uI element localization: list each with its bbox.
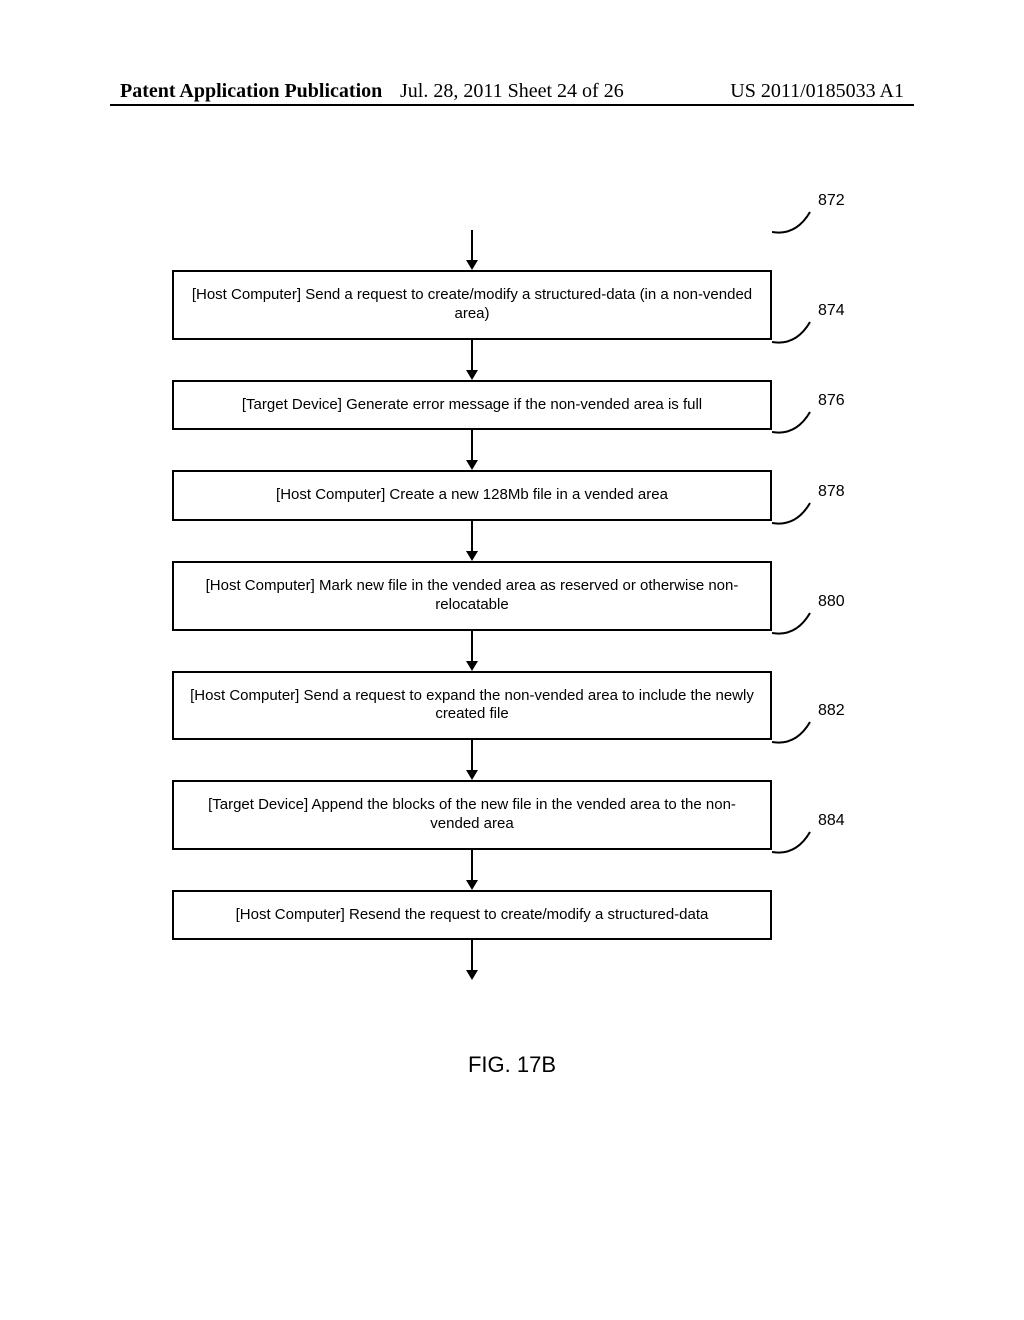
ref-leader-icon	[772, 499, 816, 529]
ref-number: 878	[818, 483, 845, 501]
ref-leader-icon	[772, 318, 816, 348]
flow-box: [Host Computer] Mark new file in the ven…	[172, 561, 772, 631]
flow-step-882: 882 [Target Device] Append the blocks of…	[172, 740, 772, 850]
header-center-text: Jul. 28, 2011 Sheet 24 of 26	[400, 80, 624, 103]
flow-step-872: 872 [Host Computer] Send a request to cr…	[172, 230, 772, 340]
ref-leader-icon	[772, 718, 816, 748]
flow-box: [Host Computer] Send a request to expand…	[172, 671, 772, 741]
ref-leader-icon	[772, 828, 816, 858]
flow-step-884: 884 [Host Computer] Resend the request t…	[172, 850, 772, 941]
ref-leader-icon	[772, 208, 816, 238]
ref-number: 874	[818, 302, 845, 320]
arrow-into-874	[172, 340, 772, 380]
flow-box: [Target Device] Append the blocks of the…	[172, 780, 772, 850]
flow-step-878: 878 [Host Computer] Mark new file in the…	[172, 521, 772, 631]
arrow-into-880	[172, 631, 772, 671]
ref-number: 880	[818, 593, 845, 611]
ref-number: 872	[818, 192, 845, 210]
arrow-into-884	[172, 850, 772, 890]
flow-box: [Host Computer] Send a request to create…	[172, 270, 772, 340]
ref-number: 876	[818, 392, 845, 410]
figure-caption: FIG. 17B	[0, 1052, 1024, 1078]
flow-step-876: 876 [Host Computer] Create a new 128Mb f…	[172, 430, 772, 521]
flow-box: [Host Computer] Resend the request to cr…	[172, 890, 772, 941]
flow-step-874: 874 [Target Device] Generate error messa…	[172, 340, 772, 431]
flow-box: [Host Computer] Create a new 128Mb file …	[172, 470, 772, 521]
arrow-into-872	[172, 230, 772, 270]
ref-number: 882	[818, 702, 845, 720]
flow-box: [Target Device] Generate error message i…	[172, 380, 772, 431]
header-rule	[110, 104, 914, 106]
arrow-into-876	[172, 430, 772, 470]
arrow-into-878	[172, 521, 772, 561]
ref-leader-icon	[772, 609, 816, 639]
ref-leader-icon	[772, 408, 816, 438]
flow-step-880: 880 [Host Computer] Send a request to ex…	[172, 631, 772, 741]
ref-number: 884	[818, 812, 845, 830]
header-left-text: Patent Application Publication	[120, 80, 382, 103]
flowchart: 872 [Host Computer] Send a request to cr…	[172, 230, 772, 980]
arrow-into-882	[172, 740, 772, 780]
header-right-text: US 2011/0185033 A1	[730, 80, 904, 103]
arrow-out-last	[172, 940, 772, 980]
